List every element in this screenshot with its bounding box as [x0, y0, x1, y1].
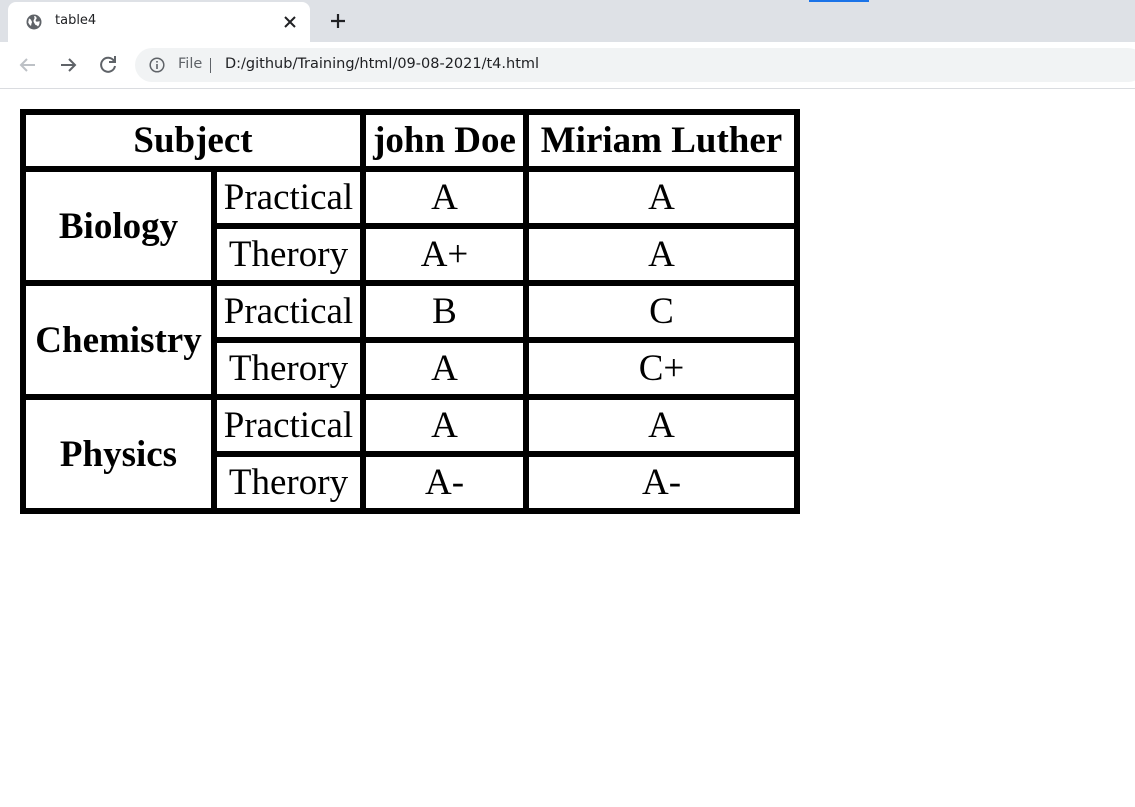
plus-icon[interactable]: [326, 9, 350, 33]
subject-header: Subject: [23, 112, 363, 169]
grade-cell: A+: [363, 226, 526, 283]
subject-cell: Chemistry: [23, 283, 214, 397]
grade-cell: A: [526, 169, 797, 226]
scheme-label: File: [178, 56, 203, 72]
student-header-john-doe: john Doe: [363, 112, 526, 169]
grade-cell: A-: [526, 454, 797, 511]
grade-cell: B: [363, 283, 526, 340]
globe-icon: [26, 14, 42, 30]
kind-cell: Therory: [214, 454, 363, 511]
kind-cell: Therory: [214, 340, 363, 397]
address-bar[interactable]: File D:/github/Training/html/09-08-2021/…: [135, 48, 1135, 82]
tab-title: table4: [55, 13, 97, 28]
url-text[interactable]: D:/github/Training/html/09-08-2021/t4.ht…: [225, 56, 539, 72]
table-row: Biology Practical A A: [23, 169, 797, 283]
grade-cell: A: [363, 397, 526, 454]
tab-strip: table4: [0, 0, 1135, 42]
tab-strip-accent: [809, 0, 869, 2]
info-icon[interactable]: [149, 57, 165, 73]
grade-cell: A: [526, 226, 797, 283]
subject-cell: Biology: [23, 169, 214, 283]
address-separator: [210, 58, 211, 73]
grade-cell: C: [526, 283, 797, 340]
kind-cell: Practical: [214, 283, 363, 340]
table-row: Chemistry Practical B C: [23, 283, 797, 397]
grade-cell: C+: [526, 340, 797, 397]
table-row: Physics Practical A A: [23, 397, 797, 511]
grade-cell: A-: [363, 454, 526, 511]
browser-toolbar: File D:/github/Training/html/09-08-2021/…: [0, 42, 1135, 89]
table-header-row: Subject john Doe Miriam Luther: [23, 112, 797, 169]
kind-cell: Practical: [214, 397, 363, 454]
student-header-miriam-luther: Miriam Luther: [526, 112, 797, 169]
grade-cell: A: [363, 169, 526, 226]
subject-cell: Physics: [23, 397, 214, 511]
close-icon[interactable]: [280, 12, 300, 32]
browser-tab[interactable]: table4: [8, 2, 310, 42]
kind-cell: Therory: [214, 226, 363, 283]
arrow-left-icon[interactable]: [16, 53, 40, 77]
kind-cell: Practical: [214, 169, 363, 226]
reload-icon[interactable]: [96, 53, 120, 77]
grade-cell: A: [526, 397, 797, 454]
grades-table: Subject john Doe Miriam Luther Biology P…: [20, 109, 800, 514]
grade-cell: A: [363, 340, 526, 397]
arrow-right-icon[interactable]: [56, 53, 80, 77]
